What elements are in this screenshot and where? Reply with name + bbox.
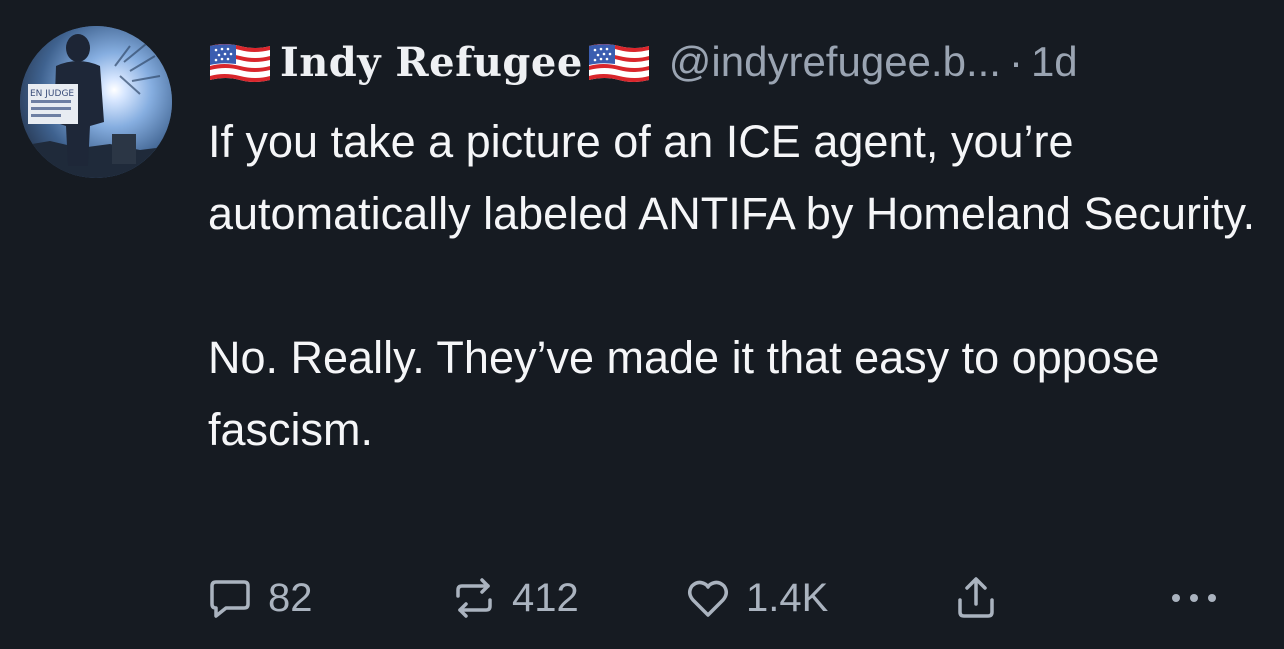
reply-count: 82 (268, 575, 313, 620)
avatar-photo: EN JUDGE (20, 26, 172, 178)
author-handle[interactable]: @indyrefugee.b... (669, 38, 1001, 86)
share-button[interactable] (952, 570, 1000, 626)
post-timestamp[interactable]: 1d (1031, 38, 1078, 86)
more-icon (1172, 594, 1216, 602)
post-body: If you take a picture of an ICE agent, y… (208, 106, 1258, 466)
reply-icon (210, 580, 250, 618)
post-header: Indy Refugee @indyrefugee.b... · 1d (208, 30, 1078, 94)
share-icon (958, 577, 994, 618)
header-separator: · (1008, 38, 1023, 85)
post-actions: 82 412 1.4K (206, 570, 1226, 626)
us-flag-icon (208, 40, 272, 84)
like-count: 1.4K (746, 575, 829, 620)
post-card[interactable]: EN JUDGE Indy Refugee @indyrefugee.b... … (0, 0, 1284, 649)
reply-button[interactable]: 82 (206, 570, 313, 626)
more-options-button[interactable] (1166, 570, 1222, 626)
author-display-name[interactable]: Indy Refugee (280, 39, 583, 86)
like-button[interactable]: 1.4K (684, 570, 828, 626)
repost-icon (456, 578, 492, 618)
post-paragraph: If you take a picture of an ICE agent, y… (208, 116, 1256, 239)
post-paragraph: No. Really. They’ve made it that easy to… (208, 332, 1160, 455)
repost-count: 412 (512, 575, 579, 620)
avatar-sign-text: EN JUDGE (30, 89, 74, 99)
heart-icon (688, 580, 728, 617)
us-flag-icon (587, 40, 651, 84)
avatar[interactable]: EN JUDGE (20, 26, 172, 178)
repost-button[interactable]: 412 (450, 570, 579, 626)
